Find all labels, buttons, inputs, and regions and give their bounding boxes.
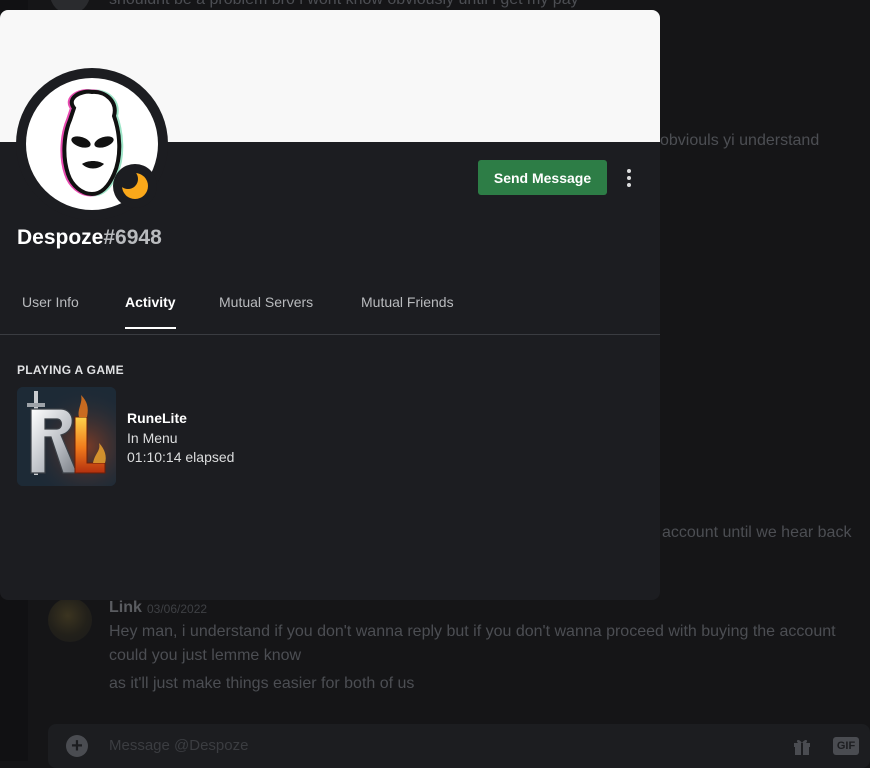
username-text: Despoze xyxy=(17,226,104,249)
message-line: could you just lemme know xyxy=(109,647,302,664)
tabs-divider xyxy=(0,334,660,335)
message-timestamp: 03/06/2022 xyxy=(147,602,208,616)
message-line: as it'll just make things easier for bot… xyxy=(109,675,415,692)
tab-mutual-friends[interactable]: Mutual Friends xyxy=(361,294,454,329)
profile-username: Despoze#6948 xyxy=(17,226,162,250)
tab-mutual-servers[interactable]: Mutual Servers xyxy=(219,294,313,329)
tab-activity[interactable]: Activity xyxy=(125,294,176,329)
moon-icon xyxy=(120,171,148,199)
tab-user-info[interactable]: User Info xyxy=(22,294,79,329)
username-discriminator: #6948 xyxy=(103,226,162,249)
chat-line: obviouls yi understand xyxy=(660,132,820,149)
gif-button[interactable]: GIF xyxy=(833,737,859,755)
game-name: RuneLite xyxy=(127,410,187,426)
game-state: In Menu xyxy=(127,430,178,446)
chat-line: account until we hear back xyxy=(662,524,852,541)
message-line: Hey man, i understand if you don't wanna… xyxy=(109,623,836,640)
send-message-button[interactable]: Send Message xyxy=(478,160,607,195)
more-vertical-icon[interactable] xyxy=(618,166,640,190)
game-elapsed-time: 01:10:14 elapsed xyxy=(127,449,235,465)
gift-icon[interactable] xyxy=(792,736,812,756)
user-profile-modal: Send Message Despoze#6948 User Info Acti… xyxy=(0,10,660,600)
runelite-icon xyxy=(17,387,116,486)
message-author-avatar[interactable] xyxy=(48,598,92,642)
activity-section-title: PLAYING A GAME xyxy=(17,363,124,377)
chat-line: shouldnt be a problem bro i wont know ob… xyxy=(109,0,579,9)
profile-tabs: User Info Activity Mutual Servers Mutual… xyxy=(0,278,660,334)
plus-circle-icon[interactable]: + xyxy=(66,735,88,757)
message-author-name[interactable]: Link xyxy=(109,599,142,617)
message-input-placeholder[interactable]: Message @Despoze xyxy=(109,737,248,754)
